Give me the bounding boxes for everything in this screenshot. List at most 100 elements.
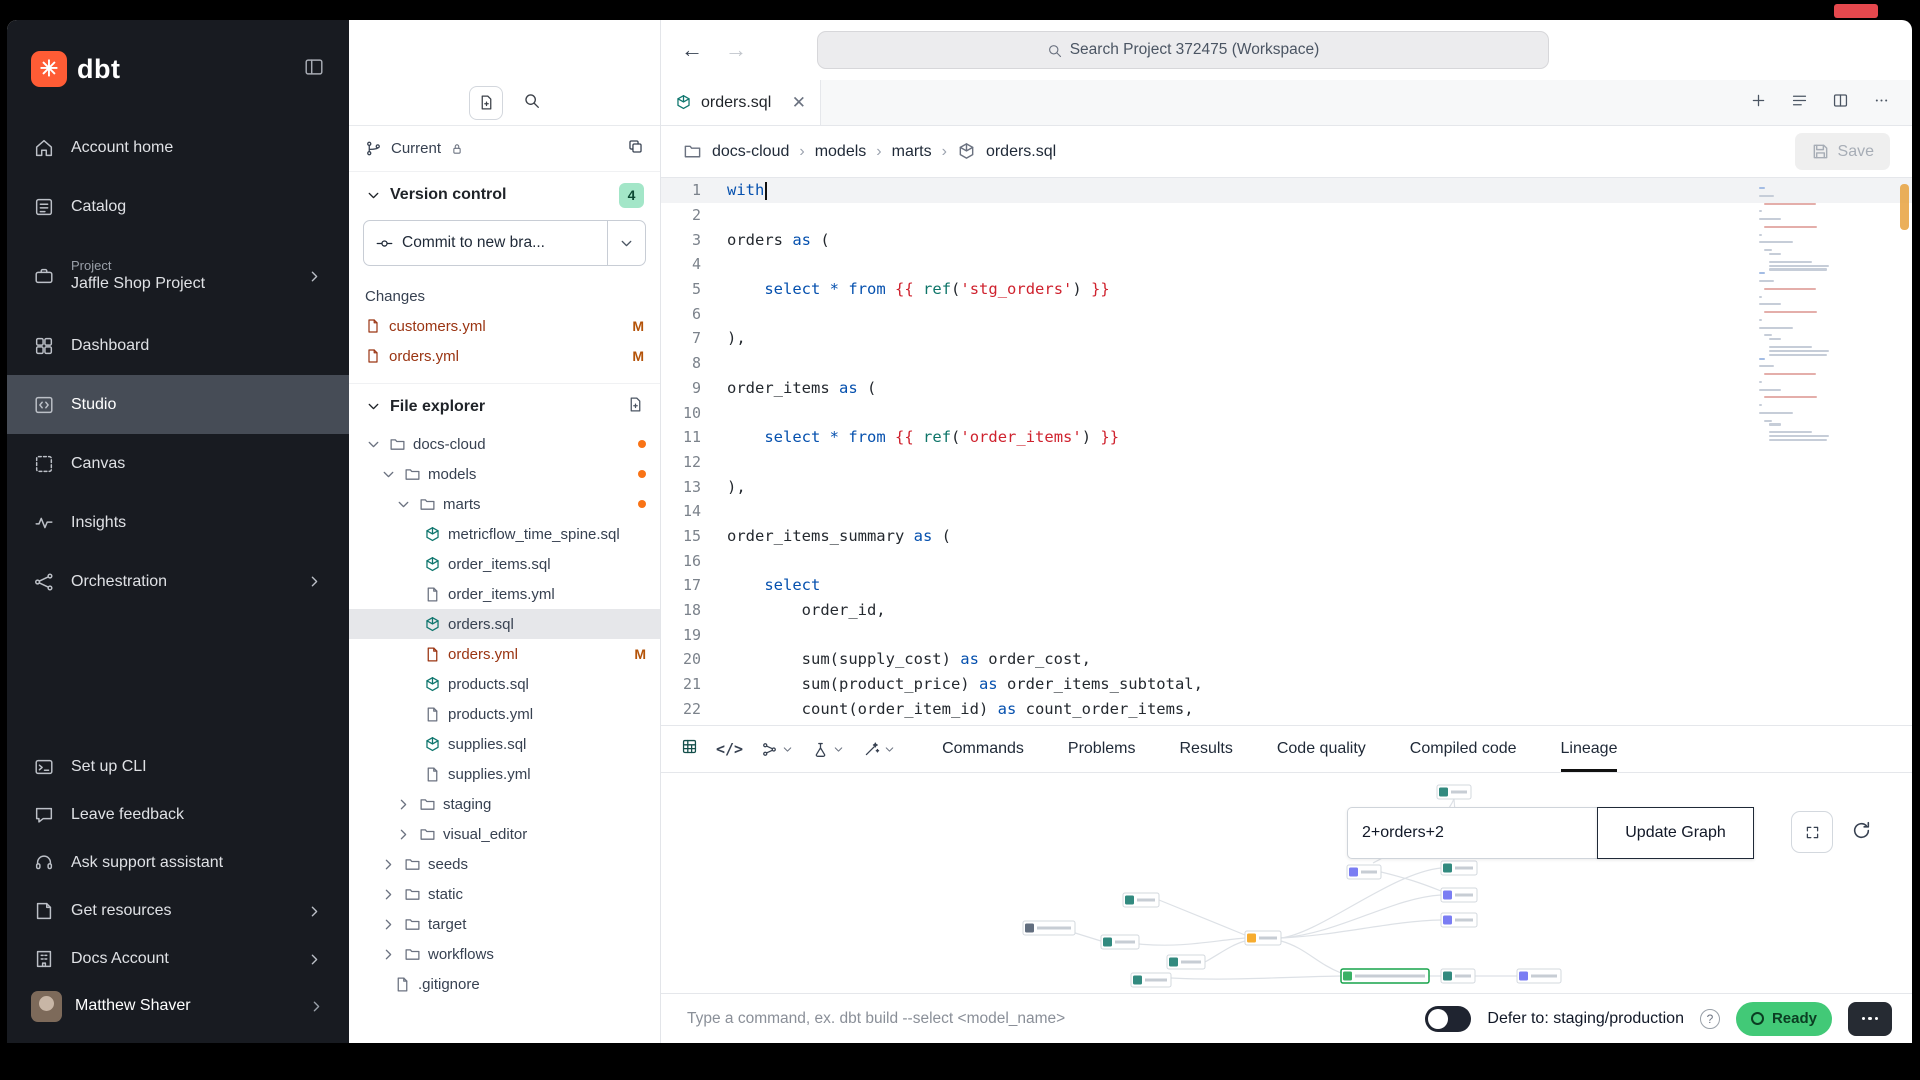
code-line[interactable]: 8 <box>661 351 1912 376</box>
code-line[interactable]: 22 count(order_item_id) as count_order_i… <box>661 696 1912 721</box>
code-editor[interactable]: 1with23orders as (45 select * from {{ re… <box>661 178 1912 725</box>
sidebar-item-account-home[interactable]: Account home <box>7 118 349 177</box>
tree-folder-workflows[interactable]: workflows <box>349 939 660 969</box>
code-line[interactable]: 16 <box>661 548 1912 573</box>
code-line[interactable]: 12 <box>661 450 1912 475</box>
refresh-graph-button[interactable] <box>1851 820 1872 846</box>
panel-tab-commands[interactable]: Commands <box>942 726 1024 772</box>
lineage-node[interactable] <box>1437 785 1471 799</box>
editor-more-button[interactable] <box>1873 92 1890 114</box>
test-button-group[interactable] <box>812 741 845 758</box>
code-line[interactable]: 3orders as ( <box>661 227 1912 252</box>
editor-scrollbar[interactable] <box>1900 184 1909 230</box>
code-line[interactable]: 19 <box>661 622 1912 647</box>
file-explorer-header[interactable]: File explorer <box>349 383 660 429</box>
tree-file-products.sql[interactable]: products.sql <box>349 669 660 699</box>
lineage-node[interactable] <box>1441 913 1477 927</box>
tree-file-.gitignore[interactable]: .gitignore <box>349 969 660 999</box>
tree-folder-models[interactable]: models <box>349 459 660 489</box>
tree-file-orders.yml[interactable]: orders.ymlM <box>349 639 660 669</box>
code-line[interactable]: 1with <box>661 178 1912 203</box>
tab-list-button[interactable] <box>1791 92 1808 114</box>
code-line[interactable]: 15order_items_summary as ( <box>661 524 1912 549</box>
code-line[interactable]: 10 <box>661 400 1912 425</box>
code-line[interactable]: 21 sum(product_price) as order_items_sub… <box>661 672 1912 697</box>
status-badge[interactable]: Ready <box>1736 1002 1832 1036</box>
lineage-node[interactable] <box>1347 865 1381 879</box>
lineage-node[interactable] <box>1441 888 1477 902</box>
panel-tab-results[interactable]: Results <box>1179 726 1232 772</box>
tree-file-order_items.sql[interactable]: order_items.sql <box>349 549 660 579</box>
sidebar-item-leave-feedback[interactable]: Leave feedback <box>7 791 349 839</box>
version-control-header[interactable]: Version control 4 <box>349 172 660 218</box>
code-line[interactable]: 5 select * from {{ ref('stg_orders') }} <box>661 277 1912 302</box>
sidebar-item-docs-account[interactable]: Docs Account <box>7 935 349 983</box>
commit-options-button[interactable] <box>607 221 645 265</box>
back-button[interactable]: ← <box>681 37 703 63</box>
panel-tab-compiled-code[interactable]: Compiled code <box>1410 726 1517 772</box>
sidebar-item-ask-support[interactable]: Ask support assistant <box>7 839 349 887</box>
build-button-group[interactable] <box>761 741 794 758</box>
tab-orders-sql[interactable]: orders.sql ✕ <box>661 80 821 125</box>
forward-button[interactable]: → <box>725 37 747 63</box>
lineage-node[interactable] <box>1441 969 1475 983</box>
lineage-node[interactable] <box>1245 931 1281 945</box>
breadcrumb-item[interactable]: models <box>815 143 867 161</box>
changed-file-row[interactable]: orders.yml M <box>349 341 660 371</box>
add-file-button[interactable] <box>627 396 644 418</box>
branch-row[interactable]: Current <box>349 126 660 172</box>
copy-branch-button[interactable] <box>627 138 644 159</box>
code-line[interactable]: 7), <box>661 326 1912 351</box>
lineage-node[interactable] <box>1123 893 1159 907</box>
minimap[interactable] <box>1759 187 1853 443</box>
tree-file-supplies.yml[interactable]: supplies.yml <box>349 759 660 789</box>
search-files-button[interactable] <box>523 92 540 114</box>
lineage-node[interactable] <box>1101 935 1139 949</box>
tree-file-supplies.sql[interactable]: supplies.sql <box>349 729 660 759</box>
results-table-button[interactable] <box>681 738 698 760</box>
changed-file-row[interactable]: customers.yml M <box>349 311 660 341</box>
breadcrumb-item[interactable]: docs-cloud <box>712 143 789 161</box>
defer-toggle[interactable] <box>1425 1006 1471 1032</box>
tree-file-order_items.yml[interactable]: order_items.yml <box>349 579 660 609</box>
tree-folder-marts[interactable]: marts <box>349 489 660 519</box>
tree-file-products.yml[interactable]: products.yml <box>349 699 660 729</box>
sidebar-item-studio[interactable]: Studio <box>7 375 349 434</box>
panel-tab-problems[interactable]: Problems <box>1068 726 1136 772</box>
code-line[interactable]: 20 sum(supply_cost) as order_cost, <box>661 647 1912 672</box>
breadcrumb-item[interactable]: marts <box>892 143 932 161</box>
save-button[interactable]: Save <box>1795 133 1890 170</box>
commit-button[interactable]: Commit to new bra... <box>363 220 646 266</box>
sidebar-user-row[interactable]: Matthew Shaver <box>7 983 349 1039</box>
sidebar-item-catalog[interactable]: Catalog <box>7 177 349 236</box>
compile-code-button[interactable]: </> <box>716 740 743 758</box>
code-line[interactable]: 9order_items as ( <box>661 376 1912 401</box>
sidebar-item-dashboard[interactable]: Dashboard <box>7 316 349 375</box>
tree-file-metricflow_time_spine.sql[interactable]: metricflow_time_spine.sql <box>349 519 660 549</box>
sidebar-item-insights[interactable]: Insights <box>7 493 349 552</box>
code-line[interactable]: 13), <box>661 474 1912 499</box>
fullscreen-button[interactable] <box>1791 811 1833 853</box>
status-more-button[interactable] <box>1848 1002 1892 1036</box>
tree-file-orders.sql[interactable]: orders.sql <box>349 609 660 639</box>
tree-folder-visual_editor[interactable]: visual_editor <box>349 819 660 849</box>
collapse-sidebar-icon[interactable] <box>303 56 325 83</box>
code-line[interactable]: 6 <box>661 301 1912 326</box>
update-graph-button[interactable]: Update Graph <box>1597 807 1754 859</box>
lineage-node[interactable] <box>1441 861 1477 875</box>
lineage-node-selected[interactable] <box>1341 969 1429 983</box>
workspace-search[interactable]: Search Project 372475 (Workspace) <box>817 31 1549 69</box>
tree-folder-static[interactable]: static <box>349 879 660 909</box>
tree-folder-target[interactable]: target <box>349 909 660 939</box>
lineage-node[interactable] <box>1167 955 1205 969</box>
sidebar-item-project[interactable]: Project Jaffle Shop Project <box>7 236 349 316</box>
lineage-node[interactable] <box>1517 969 1561 983</box>
sidebar-item-setup-cli[interactable]: Set up CLI <box>7 743 349 791</box>
new-tab-button[interactable] <box>1750 92 1767 114</box>
sidebar-item-orchestration[interactable]: Orchestration <box>7 552 349 611</box>
sidebar-item-get-resources[interactable]: Get resources <box>7 887 349 935</box>
tree-folder-seeds[interactable]: seeds <box>349 849 660 879</box>
tree-folder-staging[interactable]: staging <box>349 789 660 819</box>
format-button-group[interactable] <box>863 741 896 758</box>
lineage-graph[interactable] <box>661 773 1911 993</box>
